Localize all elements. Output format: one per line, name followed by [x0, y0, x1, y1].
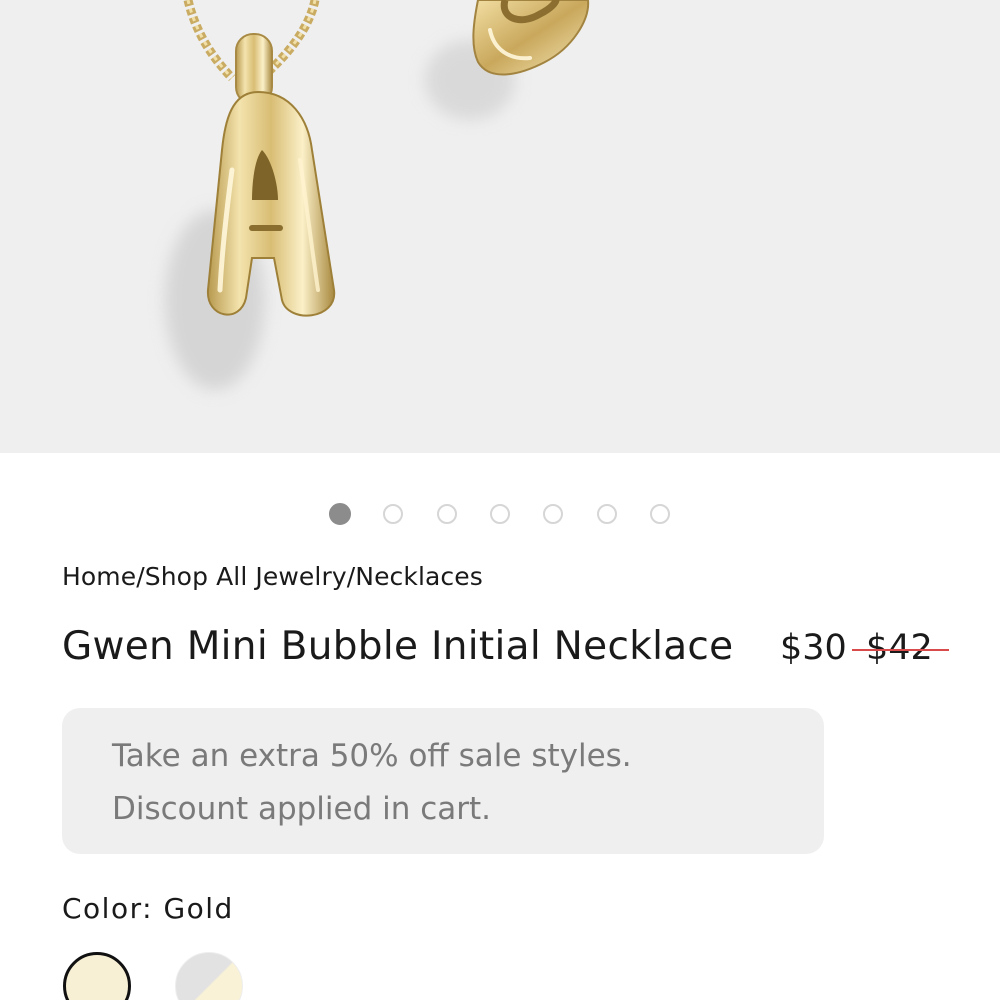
original-price: $42	[851, 628, 949, 668]
color-swatch-gold-silver[interactable]	[175, 952, 243, 1000]
breadcrumb-separator: /	[136, 562, 145, 591]
breadcrumb-shop-link[interactable]: Shop All Jewelry	[145, 562, 347, 591]
second-charm	[472, 0, 590, 76]
product-page: Home/Shop All Jewelry/Necklaces Gwen Min…	[0, 0, 1000, 1000]
carousel-dot[interactable]	[650, 504, 670, 524]
carousel-dot[interactable]	[597, 504, 617, 524]
sale-price: $30	[780, 628, 847, 668]
carousel-dots	[0, 503, 1000, 528]
carousel-dot[interactable]	[383, 504, 403, 524]
product-image[interactable]	[0, 0, 1000, 453]
breadcrumb-separator: /	[346, 562, 356, 591]
carousel-dot[interactable]	[543, 504, 563, 524]
breadcrumb-category-link[interactable]: Necklaces	[355, 562, 483, 591]
product-price: $30 $42	[780, 628, 949, 668]
product-title: Gwen Mini Bubble Initial Necklace	[62, 624, 734, 669]
promo-banner: Take an extra 50% off sale styles. Disco…	[62, 708, 824, 854]
color-label: Color: Gold	[62, 892, 234, 925]
letter-a-pendant	[206, 90, 336, 317]
carousel-dot[interactable]	[437, 504, 457, 524]
carousel-dot[interactable]	[490, 504, 510, 524]
breadcrumb-home-link[interactable]: Home	[62, 562, 136, 591]
necklace-photo	[165, 0, 590, 390]
carousel-dot[interactable]	[329, 503, 351, 525]
breadcrumb: Home/Shop All Jewelry/Necklaces	[62, 562, 483, 591]
color-swatch-gold[interactable]	[63, 952, 131, 1000]
